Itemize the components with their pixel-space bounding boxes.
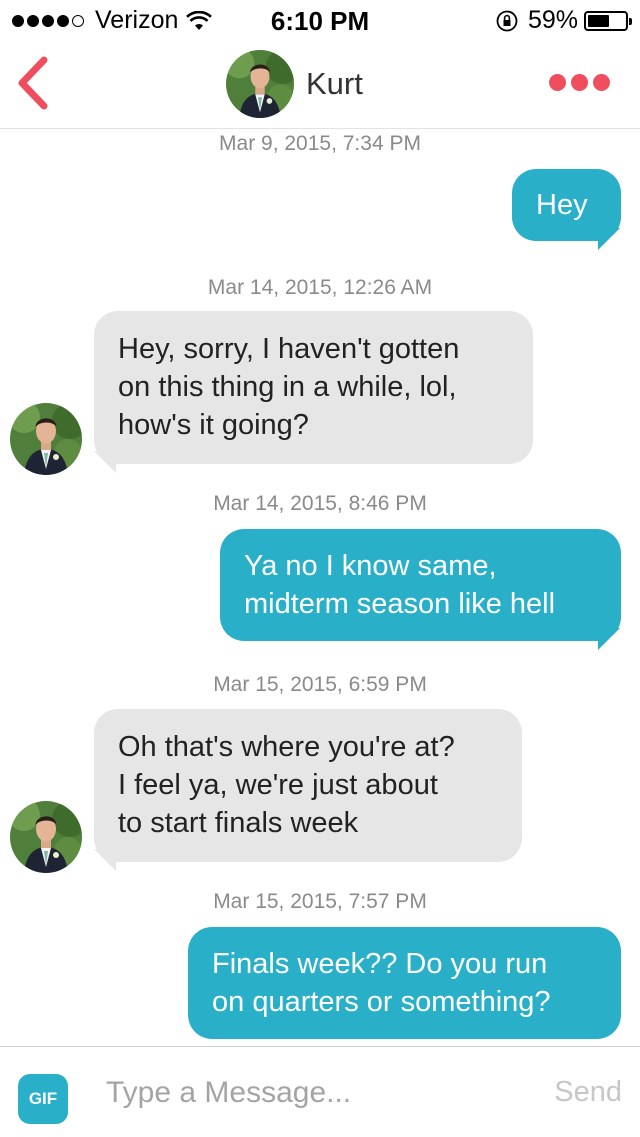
message-timestamp: Mar 15, 2015, 7:57 PM — [213, 890, 427, 913]
battery-percent: 59% — [527, 6, 578, 34]
conversation-header: Kurt — [0, 40, 640, 129]
message-line: Oh that's where you're at? — [118, 731, 455, 763]
message-line: Ya no I know same, — [244, 550, 497, 582]
message-line: Hey — [536, 189, 588, 221]
outgoing-message-bubble[interactable]: Finals week?? Do you run on quarters or … — [188, 927, 621, 1039]
chevron-left-icon[interactable] — [12, 54, 56, 112]
battery-icon — [584, 10, 632, 31]
send-button[interactable]: Send — [554, 1076, 622, 1109]
avatar[interactable] — [10, 403, 82, 475]
message-line: on this thing in a while, lol, — [118, 371, 457, 403]
contact-profile-link[interactable]: Kurt — [226, 50, 363, 118]
incoming-message-bubble[interactable]: Hey, sorry, I haven't gotten on this thi… — [94, 311, 533, 464]
message-line: Hey, sorry, I haven't gotten — [118, 333, 460, 365]
message-line: on quarters or something? — [212, 986, 551, 1018]
bubble-tail — [94, 451, 116, 473]
bubble-tail — [598, 628, 620, 650]
message-timestamp: Mar 14, 2015, 12:26 AM — [207, 276, 433, 299]
message-line: midterm season like hell — [244, 588, 556, 620]
message-timestamp: Mar 9, 2015, 7:34 PM — [219, 132, 421, 155]
bubble-tail — [598, 228, 620, 250]
avatar[interactable] — [10, 801, 82, 873]
message-line: to start finals week — [118, 807, 359, 839]
message-line: I feel ya, we're just about — [118, 769, 438, 801]
message-composer: GIF Send — [0, 1046, 640, 1137]
gif-button[interactable]: GIF — [18, 1074, 68, 1124]
message-line: how's it going? — [118, 409, 309, 441]
bubble-tail — [94, 849, 116, 871]
status-bar: Verizon 6:10 PM 59% — [0, 0, 640, 40]
rotation-lock-icon — [496, 10, 518, 31]
incoming-message-bubble[interactable]: Oh that's where you're at? I feel ya, we… — [94, 709, 522, 862]
outgoing-message-bubble[interactable]: Ya no I know same, midterm season like h… — [220, 529, 621, 641]
avatar[interactable] — [226, 50, 294, 118]
message-timestamp: Mar 15, 2015, 6:59 PM — [213, 673, 427, 696]
message-line: Finals week?? Do you run — [212, 948, 548, 980]
message-timestamp: Mar 14, 2015, 8:46 PM — [213, 492, 427, 515]
contact-name: Kurt — [306, 66, 363, 101]
more-dots-icon[interactable] — [544, 74, 610, 91]
message-input[interactable] — [106, 1069, 526, 1117]
